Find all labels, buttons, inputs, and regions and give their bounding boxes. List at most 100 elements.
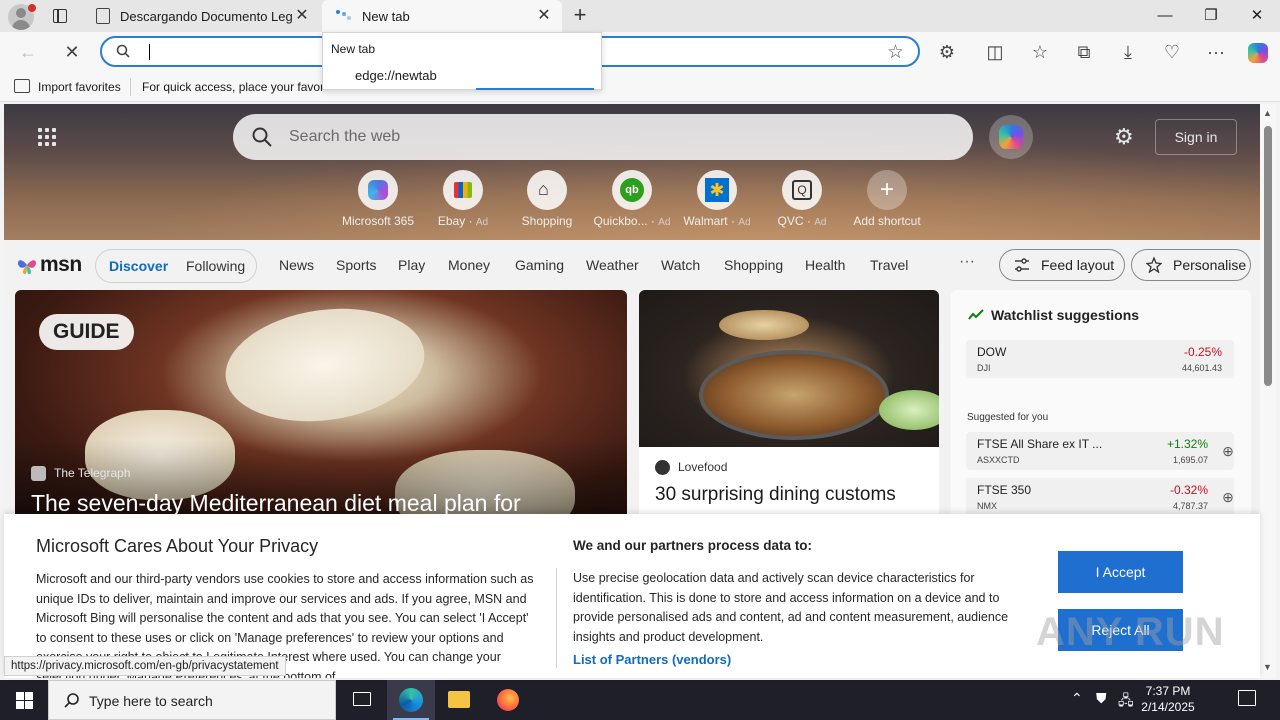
stock-row-ftse-350[interactable]: FTSE 350 NMX -0.32% 4,787.37 ⊕: [966, 478, 1234, 516]
shortcut-label: QVC: [777, 214, 804, 228]
sign-in-button[interactable]: Sign in: [1155, 119, 1237, 155]
scroll-thumb[interactable]: [1264, 126, 1272, 386]
system-clock[interactable]: 7:37 PM 2/14/2025: [1140, 683, 1196, 715]
network-icon[interactable]: 🖧: [1118, 690, 1134, 714]
minimize-button[interactable]: —: [1142, 0, 1188, 32]
shortcut-walmart[interactable]: ✱ Walmart · Ad: [672, 170, 762, 228]
tab-title: New tab: [362, 8, 410, 24]
title-bar: Descargando Documento Legal ✕ New tab ✕ …: [0, 0, 1280, 32]
feed-toggle: Discover Following: [95, 249, 257, 283]
shortcut-ebay[interactable]: Ebay · Ad: [418, 170, 508, 228]
nav-weather[interactable]: Weather: [586, 257, 639, 273]
windows-start-icon[interactable]: [0, 680, 48, 720]
import-favorites-link[interactable]: Import favorites: [38, 80, 121, 94]
star-sparkle-icon: [1146, 257, 1162, 273]
clock-date: 2/14/2025: [1141, 700, 1195, 714]
shortcut-quickbooks[interactable]: qb Quickbo... · Ad: [587, 170, 677, 228]
tab-actions-icon[interactable]: [50, 6, 70, 26]
shortcut-qvc[interactable]: Q QVC · Ad: [757, 170, 847, 228]
extensions-icon[interactable]: ⚙: [933, 38, 961, 66]
personalise-button[interactable]: Personalise: [1131, 249, 1251, 281]
tab-following[interactable]: Following: [186, 258, 245, 274]
favorites-icon[interactable]: ☆: [1026, 38, 1054, 66]
lovefood-logo-icon: [655, 460, 670, 476]
clock-time: 7:37 PM: [1145, 684, 1191, 698]
quickbooks-icon: qb: [612, 170, 652, 210]
shortcut-microsoft-365[interactable]: Microsoft 365: [333, 170, 423, 228]
feed-card-mediterranean[interactable]: GUIDE The Telegraph The seven-day Medite…: [15, 290, 627, 530]
card-source: Lovefood: [655, 460, 727, 476]
web-search-box[interactable]: Search the web: [233, 114, 973, 160]
scroll-up-icon[interactable]: ▲: [1263, 108, 1272, 118]
more-categories-icon[interactable]: ···: [959, 253, 975, 271]
nav-play[interactable]: Play: [398, 257, 425, 273]
shortcut-label: Microsoft 365: [341, 214, 415, 228]
feed-layout-button[interactable]: Feed layout: [999, 249, 1125, 281]
firefox-icon[interactable]: [484, 680, 532, 720]
file-explorer-icon[interactable]: [435, 680, 483, 720]
card-title[interactable]: The seven-day Mediterranean diet meal pl…: [31, 490, 521, 517]
close-window-button[interactable]: ✕: [1234, 0, 1280, 32]
nav-travel[interactable]: Travel: [870, 257, 908, 273]
stock-row-dow[interactable]: DOW DJI -0.25% 44,601.43: [966, 340, 1234, 378]
add-shortcut-icon: +: [867, 170, 907, 210]
search-placeholder: Search the web: [289, 128, 401, 145]
favorites-hint: For quick access, place your favorites h…: [142, 80, 322, 94]
trend-icon: [968, 309, 984, 320]
msn-logo[interactable]: msn: [16, 252, 82, 278]
sliders-icon: [1015, 258, 1029, 272]
nav-gaming[interactable]: Gaming: [515, 257, 564, 273]
stock-row-ftse-all-share[interactable]: FTSE All Share ex IT ... ASXXCTD +1.32% …: [966, 432, 1234, 470]
copilot-icon[interactable]: [989, 115, 1033, 159]
partners-link[interactable]: List of Partners (vendors): [573, 652, 731, 667]
split-screen-icon[interactable]: ◫: [981, 38, 1009, 66]
scroll-down-icon[interactable]: ▼: [1263, 662, 1272, 672]
accept-button[interactable]: I Accept: [1058, 551, 1183, 593]
dropdown-suggestion[interactable]: edge://newtab: [355, 68, 437, 83]
back-button[interactable]: ←: [14, 38, 42, 66]
vertical-scrollbar[interactable]: ▲ ▼: [1260, 104, 1276, 678]
nav-money[interactable]: Money: [448, 257, 490, 273]
close-tab-icon[interactable]: ✕: [292, 6, 312, 26]
nav-sports[interactable]: Sports: [336, 257, 376, 273]
settings-more-icon[interactable]: ···: [1202, 38, 1230, 66]
gear-icon[interactable]: ⚙: [1114, 124, 1134, 150]
taskbar-search[interactable]: Type here to search: [48, 680, 336, 720]
show-hidden-icons-icon[interactable]: ⌃: [1071, 690, 1083, 707]
browser-toolbar: ← ✕ ☆ ⚙ ◫ ☆ ⧉ ⤓ ♡ ···: [0, 32, 1280, 72]
shopping-tag-icon: ⌂: [527, 170, 567, 210]
collections-icon[interactable]: ⧉: [1070, 38, 1098, 66]
browser-essentials-icon[interactable]: ♡: [1158, 38, 1186, 66]
new-tab-button[interactable]: +: [568, 4, 592, 28]
nav-news[interactable]: News: [279, 257, 314, 273]
tab-discover[interactable]: Discover: [109, 258, 168, 274]
ad-label: Ad: [658, 217, 671, 228]
nav-health[interactable]: Health: [805, 257, 845, 273]
notification-center-icon[interactable]: [1232, 688, 1262, 712]
nav-watch[interactable]: Watch: [661, 257, 700, 273]
feed-card-dining[interactable]: Lovefood 30 surprising dining customs: [639, 290, 939, 530]
msn-butterfly-icon: [17, 260, 37, 274]
security-icon[interactable]: ⛊: [1096, 690, 1107, 707]
downloads-icon[interactable]: ⤓: [1114, 38, 1142, 66]
qvc-icon: Q: [782, 170, 822, 210]
close-tab-icon[interactable]: ✕: [534, 6, 554, 26]
add-to-watchlist-icon[interactable]: ⊕: [1218, 441, 1238, 461]
copilot-icon[interactable]: [1244, 38, 1272, 66]
shortcut-label: Shopping: [521, 214, 573, 228]
apps-launcher-icon[interactable]: [38, 128, 58, 148]
edge-taskbar-icon[interactable]: [387, 680, 435, 720]
add-to-watchlist-icon[interactable]: ⊕: [1218, 487, 1238, 507]
stop-loading-button[interactable]: ✕: [58, 38, 86, 66]
shortcut-add[interactable]: + Add shortcut: [842, 170, 932, 228]
favorite-star-icon[interactable]: ☆: [887, 41, 904, 64]
ad-label: Ad: [475, 217, 489, 228]
task-view-icon[interactable]: [338, 680, 386, 720]
nav-shopping[interactable]: Shopping: [724, 257, 783, 273]
restore-button[interactable]: ❐: [1188, 0, 1234, 32]
status-bar-url: https://privacy.microsoft.com/en-gb/priv…: [4, 656, 286, 676]
card-title[interactable]: 30 surprising dining customs: [655, 484, 896, 506]
tab-new-tab[interactable]: New tab ✕: [322, 0, 562, 32]
tab-descargando[interactable]: Descargando Documento Legal ✕: [84, 0, 320, 32]
shortcut-shopping[interactable]: ⌂ Shopping: [502, 170, 592, 228]
